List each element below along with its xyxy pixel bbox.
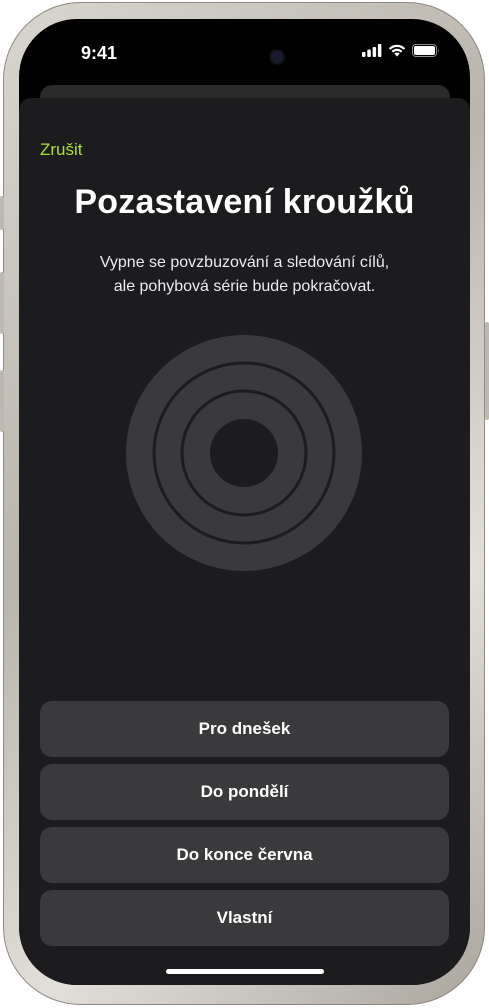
page-title: Pozastavení kroužků xyxy=(74,183,415,221)
camera-icon xyxy=(271,51,283,63)
option-custom-button[interactable]: Vlastní xyxy=(40,890,449,946)
option-end-of-june-button[interactable]: Do konce června xyxy=(40,827,449,883)
dynamic-island xyxy=(181,39,305,75)
home-indicator[interactable] xyxy=(166,969,324,974)
screen: 9:41 Zrušit Pozastavení kroužků Vypne se… xyxy=(19,19,470,985)
signal-icon xyxy=(362,44,382,57)
cancel-button[interactable]: Zrušit xyxy=(40,140,83,160)
page-subtitle: Vypne se povzbuzování a sledování cílů, … xyxy=(49,251,440,299)
volume-down-button xyxy=(0,370,4,432)
power-button xyxy=(485,322,489,420)
status-icons xyxy=(362,44,440,57)
option-today-button[interactable]: Pro dnešek xyxy=(40,701,449,757)
wifi-icon xyxy=(388,44,406,57)
option-monday-button[interactable]: Do pondělí xyxy=(40,764,449,820)
subtitle-line: Vypne se povzbuzování a sledování cílů, xyxy=(99,254,390,271)
activity-rings-icon xyxy=(126,335,362,571)
subtitle-line: ale pohybová série bude pokračovat. xyxy=(113,278,376,295)
volume-up-button xyxy=(0,272,4,334)
action-button xyxy=(0,196,4,230)
status-time: 9:41 xyxy=(81,43,118,63)
battery-icon xyxy=(412,44,439,57)
